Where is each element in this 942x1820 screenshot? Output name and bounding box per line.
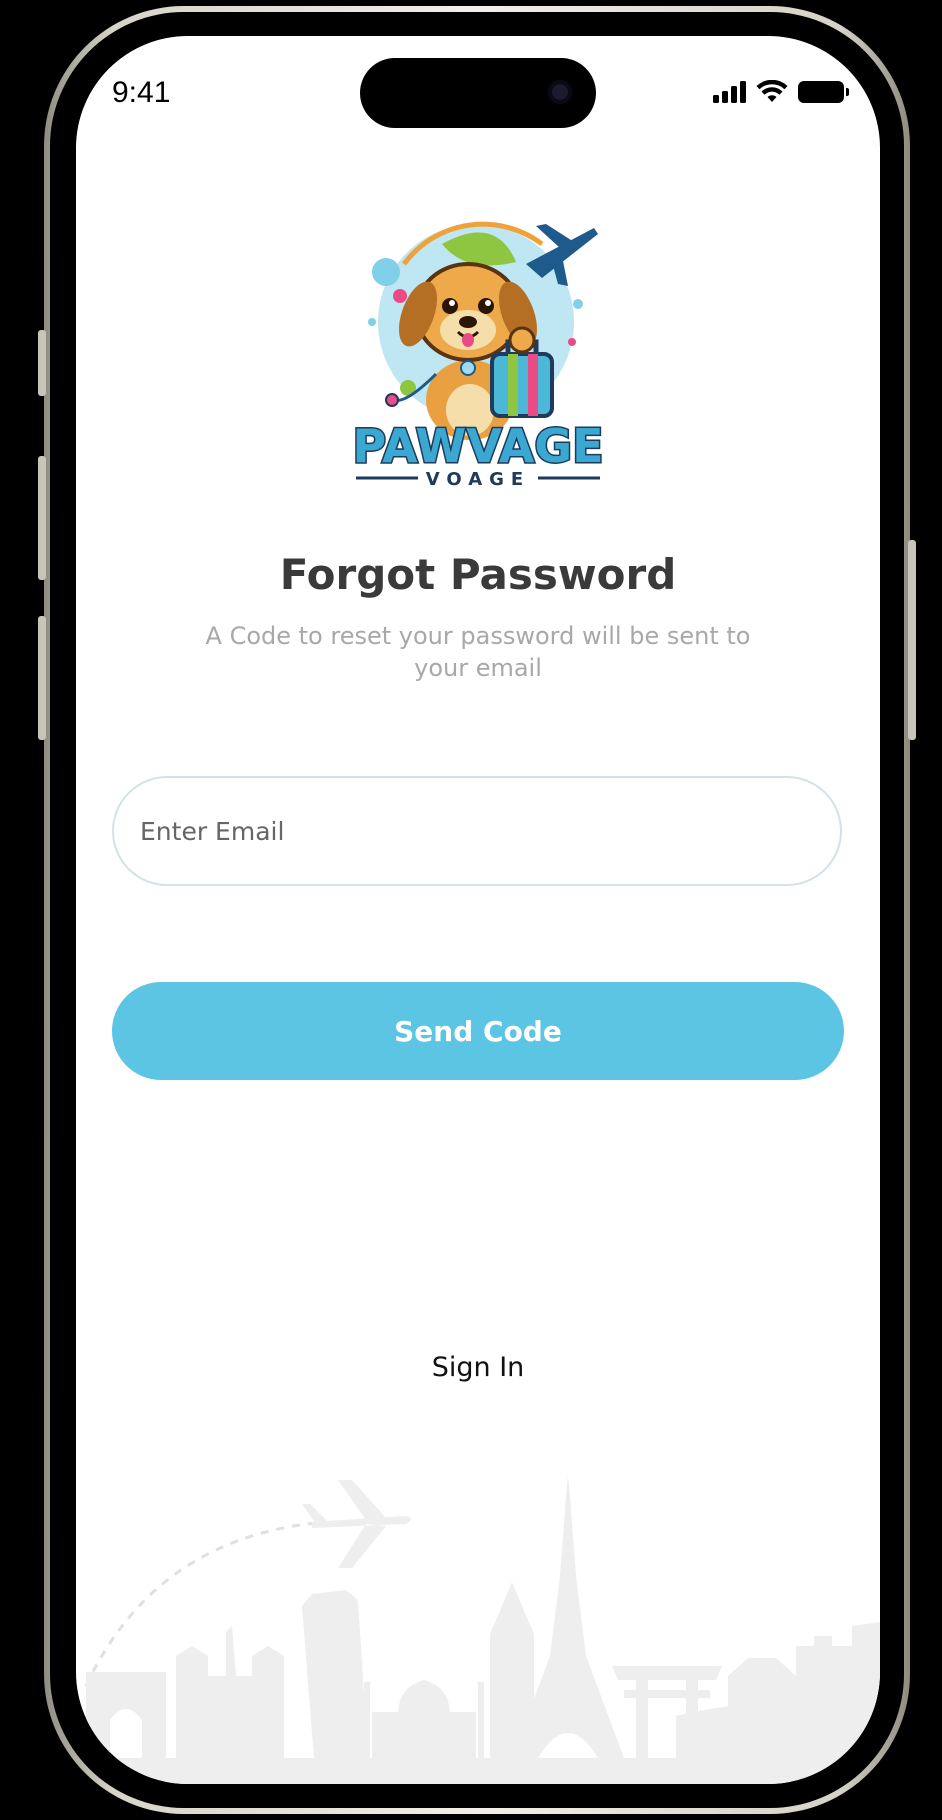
email-field[interactable] <box>112 776 842 886</box>
status-time: 9:41 <box>112 76 171 109</box>
dog-traveler-logo: PAWVAGE VOAGE <box>351 221 605 486</box>
airplane-icon <box>302 1480 411 1568</box>
power-button <box>908 540 916 740</box>
logo-tagline-text: VOAGE <box>426 469 530 486</box>
app-screen: 9:41 PAWVAGE VOAGE Forgot Password A Cod… <box>76 36 880 1784</box>
status-icons <box>713 80 849 104</box>
action-button <box>38 330 46 396</box>
wifi-icon <box>756 80 788 102</box>
sign-in-link[interactable]: Sign In <box>76 1352 880 1383</box>
volume-down-button <box>38 616 46 740</box>
camera-icon <box>548 80 572 104</box>
logo-brand-text: PAWVAGE <box>352 419 603 473</box>
send-code-button[interactable]: Send Code <box>112 982 844 1080</box>
world-landmarks-skyline <box>76 1476 880 1784</box>
volume-up-button <box>38 456 46 580</box>
page-subtitle: A Code to reset your password will be se… <box>205 622 751 682</box>
cellular-signal-icon <box>713 81 746 103</box>
battery-icon <box>798 81 849 103</box>
page-title: Forgot Password <box>279 550 677 599</box>
dynamic-island <box>360 58 596 128</box>
